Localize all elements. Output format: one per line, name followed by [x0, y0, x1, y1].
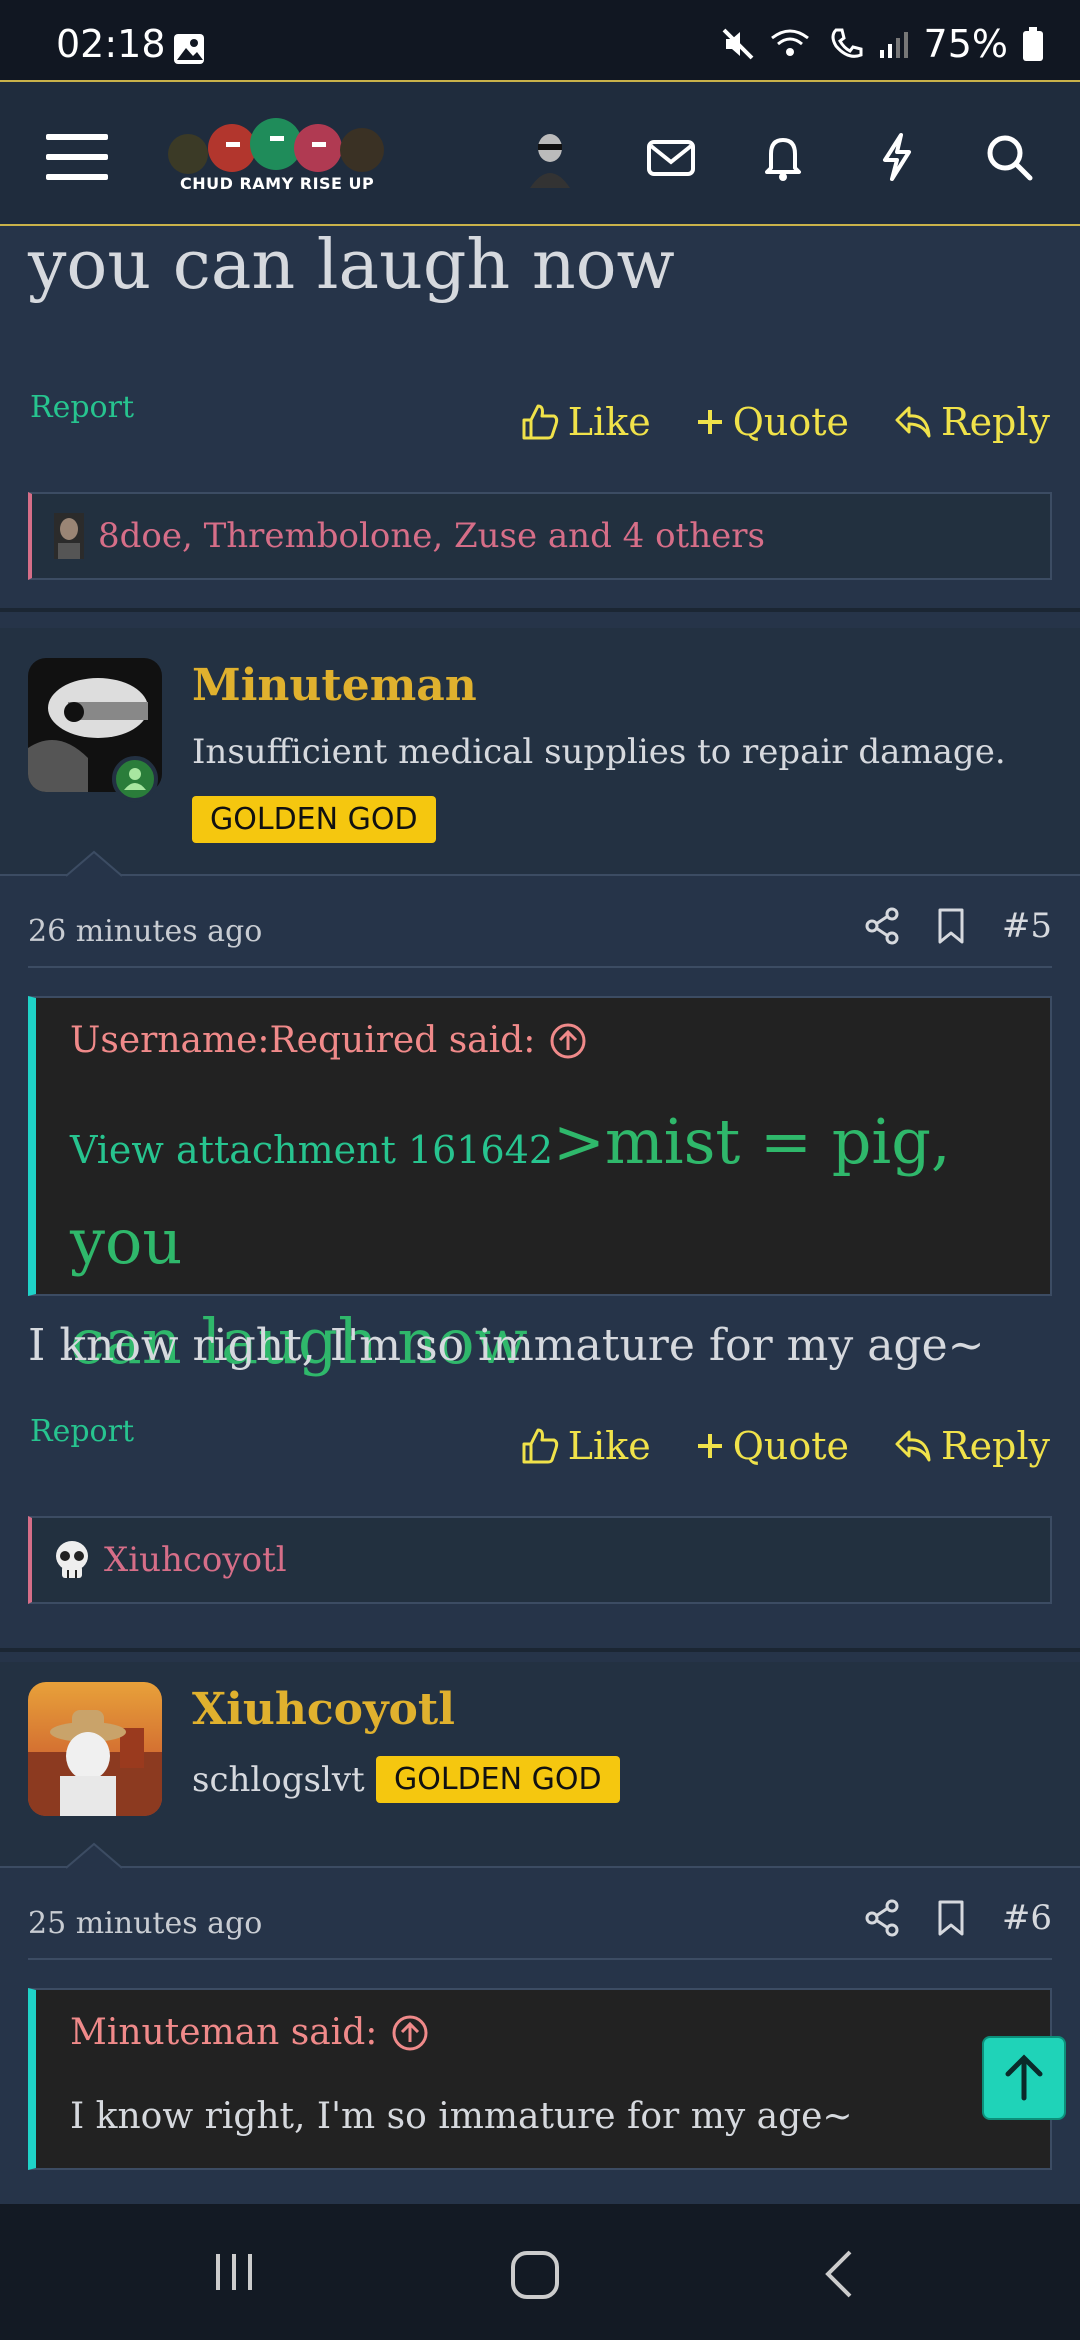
reply-label: Reply — [940, 400, 1050, 444]
post-meta-actions: #5 — [864, 906, 1052, 946]
pointer-arrow — [66, 1842, 122, 1869]
username[interactable]: Minuteman — [192, 660, 477, 711]
battery-percent: 75% — [923, 22, 1008, 66]
user-title: schlogslvt — [192, 1760, 365, 1800]
mail-icon[interactable] — [644, 130, 698, 184]
recent-apps-icon[interactable] — [210, 2248, 258, 2296]
user-title: Insufficient medical supplies to repair … — [192, 732, 1006, 772]
back-icon[interactable] — [820, 2248, 860, 2300]
jump-up-icon[interactable] — [549, 1022, 587, 1060]
plus-icon — [697, 410, 722, 434]
system-nav-bar — [0, 2204, 1080, 2340]
wifi-call-icon — [770, 29, 809, 56]
signal-icon — [879, 32, 908, 58]
quote-label: Quote — [732, 1424, 849, 1468]
post-time[interactable]: 25 minutes ago — [28, 1906, 262, 1941]
logo-text: CHUD RAMY RISE UP — [180, 174, 375, 193]
home-icon[interactable] — [508, 2248, 562, 2302]
post-meta-top — [0, 874, 1080, 876]
menu-icon[interactable] — [46, 134, 108, 180]
bell-icon[interactable] — [756, 130, 810, 184]
report-link[interactable]: Report — [30, 390, 134, 425]
user-badge: GOLDEN GOD — [192, 796, 436, 843]
quote-button[interactable]: Quote — [695, 400, 849, 444]
jump-up-icon[interactable] — [391, 2014, 429, 2052]
post-divider — [0, 608, 1080, 612]
reactor-avatar — [54, 513, 84, 559]
post-number[interactable]: #5 — [1002, 906, 1052, 946]
thumbs-up-icon — [522, 404, 558, 440]
post-meta-top — [0, 1866, 1080, 1868]
user-avatar[interactable] — [524, 128, 576, 188]
reply-icon — [895, 1430, 931, 1462]
status-time: 02:18 — [56, 22, 166, 66]
quote-block: Minuteman said: I know right, I'm so imm… — [28, 1988, 1052, 2170]
quote-block: Username:Required said: View attachment … — [28, 996, 1052, 1378]
reply-button[interactable]: Reply — [893, 1424, 1050, 1468]
call-icon — [831, 28, 863, 58]
meta-separator — [28, 1958, 1052, 1960]
post-actions: Like Quote Reply — [520, 1424, 1050, 1468]
site-logo[interactable] — [166, 112, 392, 208]
meta-separator — [28, 966, 1052, 968]
site-header: CHUD RAMY RISE UP — [0, 80, 1080, 226]
online-status-icon — [112, 756, 158, 802]
quote-button[interactable]: Quote — [695, 1424, 849, 1468]
post-divider — [0, 1648, 1080, 1652]
thumbs-up-icon — [522, 1428, 558, 1464]
post-body-tail: you can laugh now — [28, 226, 675, 305]
quote-author: Username:Required said: — [70, 1020, 536, 1061]
reaction-bar[interactable]: Xiuhcoyotl — [28, 1516, 1052, 1604]
user-badge: GOLDEN GOD — [376, 1756, 620, 1803]
battery-icon — [1023, 27, 1043, 61]
arrow-up-icon — [1005, 2054, 1043, 2101]
like-label: Like — [567, 1424, 651, 1468]
skull-icon — [56, 1541, 88, 1578]
post-meta-actions: #6 — [864, 1898, 1052, 1938]
avatar[interactable] — [28, 1682, 162, 1816]
reaction-names: 8doe, Thrembolone, Zuse and 4 others — [98, 516, 765, 556]
reply-icon — [895, 406, 931, 438]
reaction-bar[interactable]: 8doe, Thrembolone, Zuse and 4 others — [28, 492, 1052, 580]
plus-icon — [697, 1434, 722, 1458]
quote-header[interactable]: Minuteman said: — [70, 2012, 429, 2053]
report-link[interactable]: Report — [30, 1414, 134, 1449]
share-icon[interactable] — [864, 1899, 900, 1937]
mute-icon — [722, 28, 753, 60]
search-icon[interactable] — [982, 130, 1036, 184]
pointer-arrow — [66, 850, 122, 877]
like-label: Like — [567, 400, 651, 444]
reaction-names: Xiuhcoyotl — [104, 1540, 287, 1580]
bookmark-icon[interactable] — [936, 1899, 966, 1937]
like-button[interactable]: Like — [520, 1424, 651, 1468]
username[interactable]: Xiuhcoyotl — [192, 1684, 455, 1735]
bookmark-icon[interactable] — [936, 907, 966, 945]
reply-label: Reply — [940, 1424, 1050, 1468]
share-icon[interactable] — [864, 907, 900, 945]
reply-button[interactable]: Reply — [893, 400, 1050, 444]
post-number[interactable]: #6 — [1002, 1898, 1052, 1938]
quote-header[interactable]: Username:Required said: — [70, 1020, 587, 1061]
scroll-to-top-button[interactable] — [982, 2036, 1066, 2120]
post-actions: Like Quote Reply — [520, 400, 1050, 444]
post-body: I know right, I'm so immature for my age… — [28, 1320, 985, 1371]
status-bar: 02:18 75% — [0, 0, 1080, 80]
quote-label: Quote — [732, 400, 849, 444]
attachment-link[interactable]: View attachment 161642 — [70, 1128, 553, 1172]
quote-body: I know right, I'm so immature for my age… — [70, 2096, 853, 2137]
lightning-icon[interactable] — [870, 130, 924, 184]
post-time[interactable]: 26 minutes ago — [28, 914, 262, 949]
like-button[interactable]: Like — [520, 400, 651, 444]
quote-author: Minuteman said: — [70, 2012, 378, 2053]
image-notification-icon — [174, 34, 204, 64]
